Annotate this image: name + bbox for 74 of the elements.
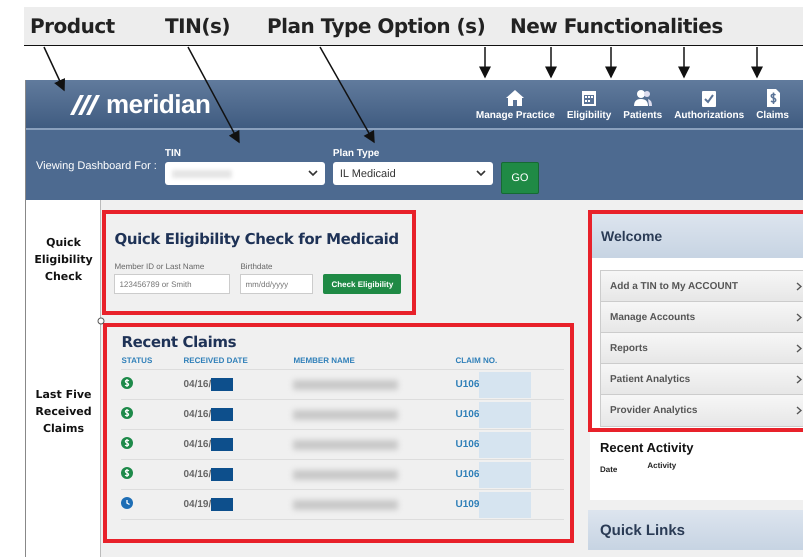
panel-title: Quick Eligibility Check for Medicaid [114,230,400,248]
table-cell: 04/16/ [183,439,212,450]
dollar-icon [121,376,134,388]
column-header: Date [600,465,618,474]
column-header: MEMBER NAME [293,356,356,364]
chevron-down-icon [476,170,486,177]
annotation-label: TIN(s) [165,14,230,38]
tin-select[interactable] [164,162,325,185]
column-header: Activity [647,461,676,472]
go-button[interactable]: GO [500,162,539,194]
redacted-text [172,170,232,178]
logo-text: meridian [106,88,210,120]
plan-type-select[interactable]: IL Medicaid [332,162,493,185]
menu-item[interactable]: Manage Accounts [601,302,803,333]
claim-link[interactable]: U106 [455,379,480,390]
chevron-right-icon [796,344,802,352]
field-label: TIN [164,148,182,159]
dollar-icon [121,436,134,448]
annotation-label: Last Five Received Claims [34,387,93,437]
chevron-right-icon [796,282,802,290]
column-header: STATUS [121,356,154,364]
input-field[interactable]: 123456789 or Smith [114,274,230,294]
chevron-right-icon [796,406,802,415]
blurred-redaction [479,432,532,458]
table-cell: 04/19/ [183,499,212,510]
column-header: CLAIM NO. [455,356,498,364]
people-icon [632,88,653,108]
column-header: RECEIVED DATE [183,356,249,364]
redaction-bar [211,378,234,391]
claim-link[interactable]: U106 [455,409,480,420]
annotation-label: New Functionalities [510,14,723,38]
input-field[interactable]: mm/dd/yyyy [240,274,314,294]
blurred-redaction [479,462,532,488]
nav-item[interactable]: Manage Practice [476,88,555,120]
field-label: Member ID or Last Name [114,262,206,271]
blurred-redaction [479,372,532,398]
menu-item[interactable]: Patient Analytics [601,364,803,395]
field-label: Birthdate [240,262,274,271]
nav-item[interactable]: Eligibility [566,88,612,120]
check-eligibility-button[interactable]: Check Eligibility [323,274,402,294]
redaction-bar [211,468,234,481]
table-cell: 04/16/ [183,469,212,480]
menu-item[interactable]: Reports [601,333,803,364]
clock-icon [121,496,134,508]
panel-title: Recent Activity [600,440,694,455]
blurred-redaction [479,402,532,428]
nav-item[interactable]: Authorizations [674,88,744,120]
panel-title: Recent Claims [121,333,238,351]
panel-title: Welcome [601,228,662,244]
filter-label: Viewing Dashboard For : [36,160,157,172]
redaction-bar [211,498,234,511]
panel-title: Quick Links [600,522,686,538]
nav-item[interactable]: Claims [756,88,789,120]
dollar-icon [121,466,134,478]
menu-item[interactable]: Provider Analytics [601,395,803,426]
chevron-right-icon [796,374,802,384]
annotation-label: Plan Type Option (s) [267,14,486,38]
chevron-right-icon [796,312,802,322]
annotation-label: Quick Eligibility Check [33,235,94,285]
annotation-label: Product [30,14,115,38]
claim-link[interactable]: U106 [455,439,480,450]
redaction-bar [211,438,234,451]
redaction-bar [211,408,234,421]
dollar-icon [121,406,134,418]
claim-link[interactable]: U106 [455,469,480,480]
claim-link[interactable]: U109 [455,499,480,510]
table-cell: 04/16/ [183,379,212,390]
menu-item[interactable]: Add a TIN to My ACCOUNT [601,271,803,302]
field-label: Plan Type [332,148,380,159]
nav-item[interactable]: Patients [623,88,662,120]
blurred-redaction [479,492,532,518]
table-cell: 04/16/ [183,409,212,420]
chevron-down-icon [308,170,318,177]
house-icon [505,88,526,108]
